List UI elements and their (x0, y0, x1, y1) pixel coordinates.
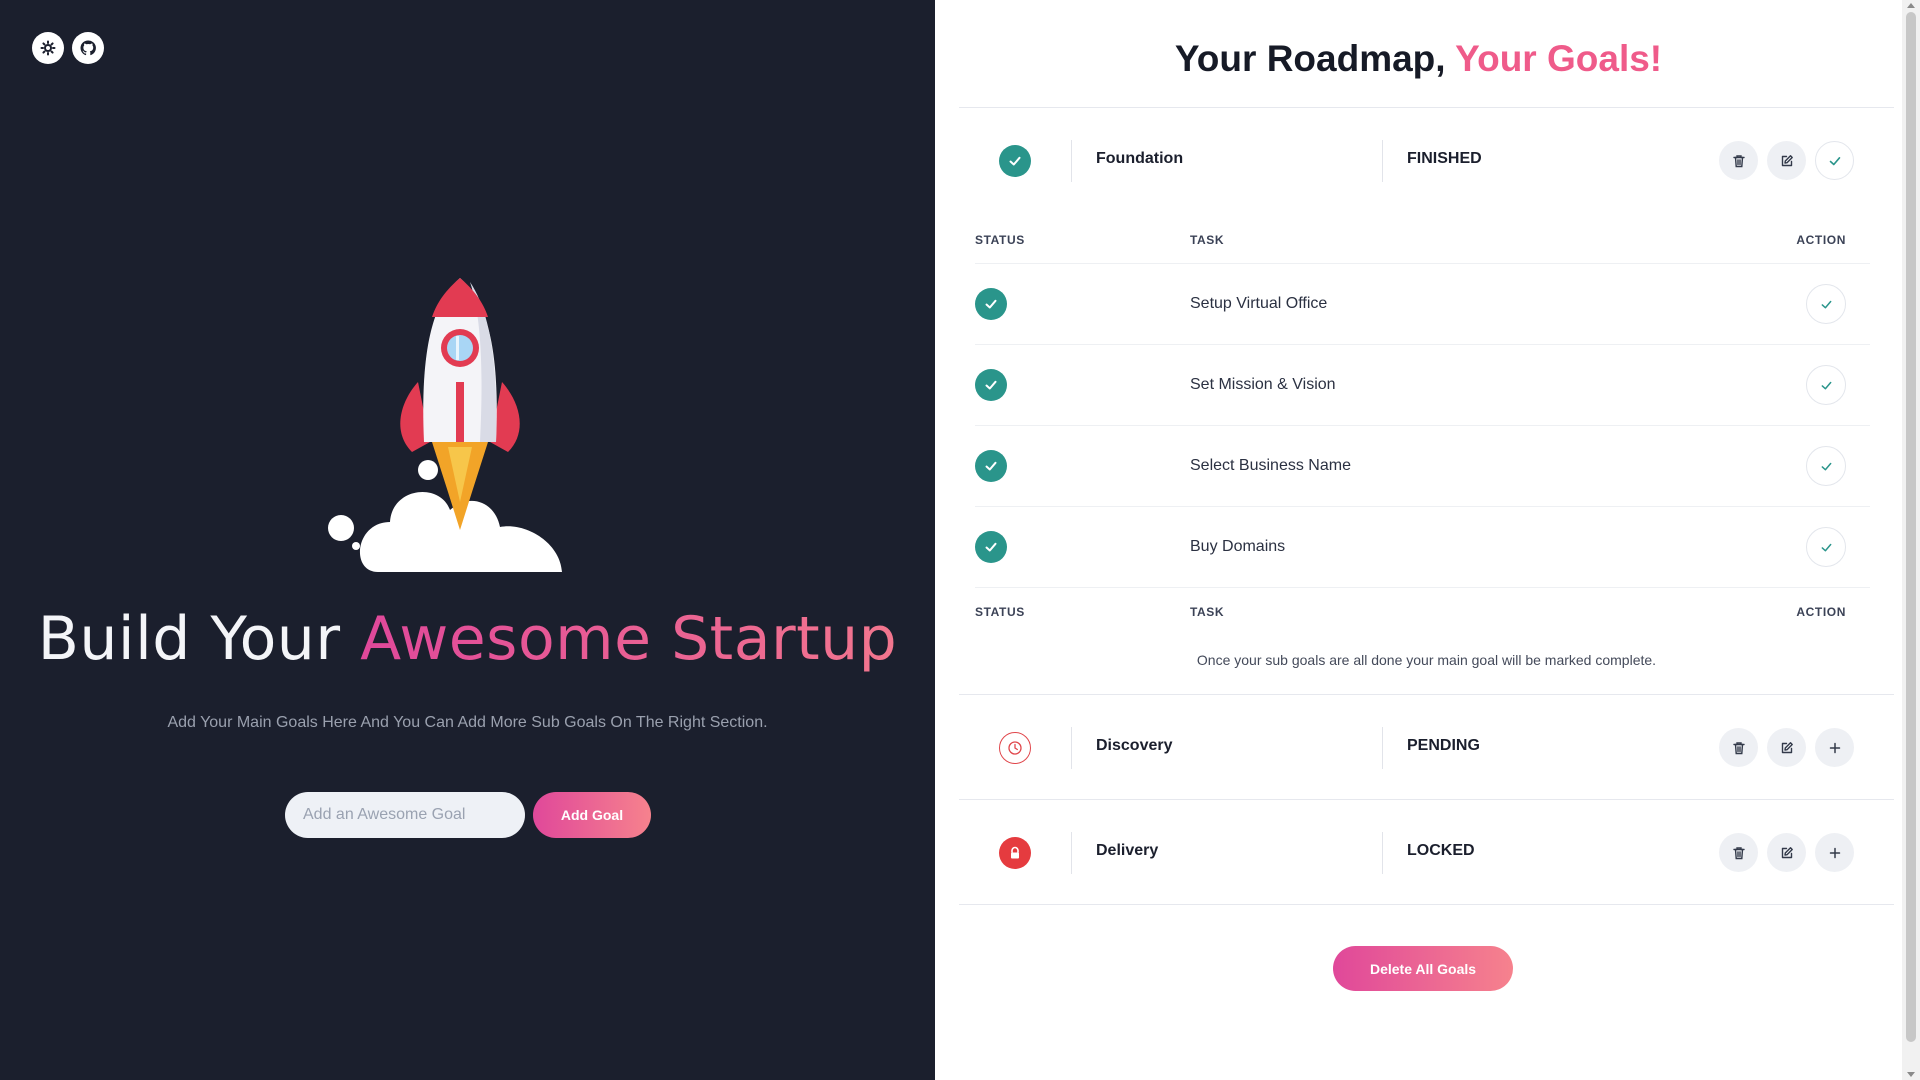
table-header: STATUS TASK ACTION (975, 216, 1870, 264)
goal-status: LOCKED (1407, 842, 1475, 859)
subgoal-table: STATUS TASK ACTION Setup Virtual Office … (975, 216, 1870, 636)
goal-name: Discovery (1096, 737, 1173, 754)
check-icon (975, 450, 1007, 482)
subgoal-task: Setup Virtual Office (1190, 295, 1328, 312)
trash-icon[interactable] (1719, 833, 1758, 872)
separator (1071, 140, 1072, 182)
subgoal-note: Once your sub goals are all done your ma… (1196, 652, 1657, 668)
check-icon (999, 145, 1031, 177)
divider (959, 904, 1894, 905)
table-row: Select Business Name (975, 426, 1870, 507)
separator (1382, 832, 1383, 874)
goal-status: PENDING (1407, 737, 1480, 754)
subgoal-check-button[interactable] (1806, 284, 1846, 324)
goal-row-foundation: Foundation FINISHED (959, 108, 1894, 212)
goal-name: Delivery (1096, 842, 1159, 859)
rocket-illustration (328, 278, 562, 572)
trash-icon[interactable] (1719, 728, 1758, 767)
goal-actions (1719, 833, 1854, 872)
goal-name: Foundation (1096, 150, 1184, 167)
theme-gear-icon[interactable] (32, 32, 64, 64)
scroll-up-arrow-icon[interactable] (1907, 3, 1915, 8)
goal-row-delivery: Delivery LOCKED (959, 800, 1894, 904)
hero-title-part1: Build Your (37, 604, 361, 674)
goal-actions (1719, 141, 1854, 180)
add-goal-button[interactable]: Add Goal (533, 792, 651, 838)
edit-icon[interactable] (1767, 728, 1806, 767)
separator (1071, 832, 1072, 874)
separator (1382, 727, 1383, 769)
roadmap-panel: Your Roadmap, Your Goals! Foundation FIN… (935, 0, 1902, 1080)
table-footer: STATUS TASK ACTION (975, 588, 1870, 636)
subgoal-check-button[interactable] (1806, 365, 1846, 405)
goal-actions (1719, 728, 1854, 767)
delete-all-goals-button[interactable]: Delete All Goals (1333, 946, 1513, 991)
table-row: Set Mission & Vision (975, 345, 1870, 426)
edit-icon[interactable] (1767, 141, 1806, 180)
separator (1071, 727, 1072, 769)
separator (1382, 140, 1383, 182)
edit-icon[interactable] (1767, 833, 1806, 872)
subgoal-task: Set Mission & Vision (1190, 376, 1336, 393)
table-row: Setup Virtual Office (975, 264, 1870, 345)
header-action: ACTION (1796, 233, 1846, 247)
table-row: Buy Domains (975, 507, 1870, 588)
clock-icon (999, 732, 1031, 764)
hero-title-accent: Awesome Startup (360, 604, 898, 674)
goal-status: FINISHED (1407, 150, 1482, 167)
scroll-down-arrow-icon[interactable] (1907, 1072, 1915, 1077)
footer-task: TASK (1190, 605, 1225, 619)
scrollbar[interactable] (1902, 0, 1920, 1080)
header-status: STATUS (975, 233, 1025, 247)
subgoal-check-button[interactable] (1806, 527, 1846, 567)
footer-status: STATUS (975, 605, 1025, 619)
footer-action: ACTION (1796, 605, 1846, 619)
lock-icon (999, 837, 1031, 869)
plus-icon[interactable] (1815, 833, 1854, 872)
trash-icon[interactable] (1719, 141, 1758, 180)
page-title-accent: Your Goals! (1455, 38, 1663, 79)
goal-input[interactable] (285, 792, 525, 838)
subgoal-task: Buy Domains (1190, 538, 1286, 555)
subgoal-check-button[interactable] (1806, 446, 1846, 486)
page-title: Your Roadmap, Your Goals! (935, 38, 1902, 80)
scroll-thumb[interactable] (1906, 12, 1916, 1042)
complete-check-button[interactable] (1815, 141, 1854, 180)
check-icon (975, 531, 1007, 563)
header-task: TASK (1190, 233, 1225, 247)
plus-icon[interactable] (1815, 728, 1854, 767)
hero-subtitle: Add Your Main Goals Here And You Can Add… (167, 714, 768, 731)
check-icon (975, 288, 1007, 320)
page-title-part1: Your Roadmap, (1174, 38, 1456, 79)
top-icon-bar (32, 32, 104, 64)
check-icon (975, 369, 1007, 401)
github-icon[interactable] (72, 32, 104, 64)
goal-row-discovery: Discovery PENDING (959, 695, 1894, 799)
hero-panel: Build Your Awesome Startup Add Your Main… (0, 0, 935, 1080)
add-goal-form: Add Goal (285, 792, 651, 838)
hero-title: Build Your Awesome Startup (0, 604, 935, 674)
subgoal-task: Select Business Name (1190, 457, 1351, 474)
